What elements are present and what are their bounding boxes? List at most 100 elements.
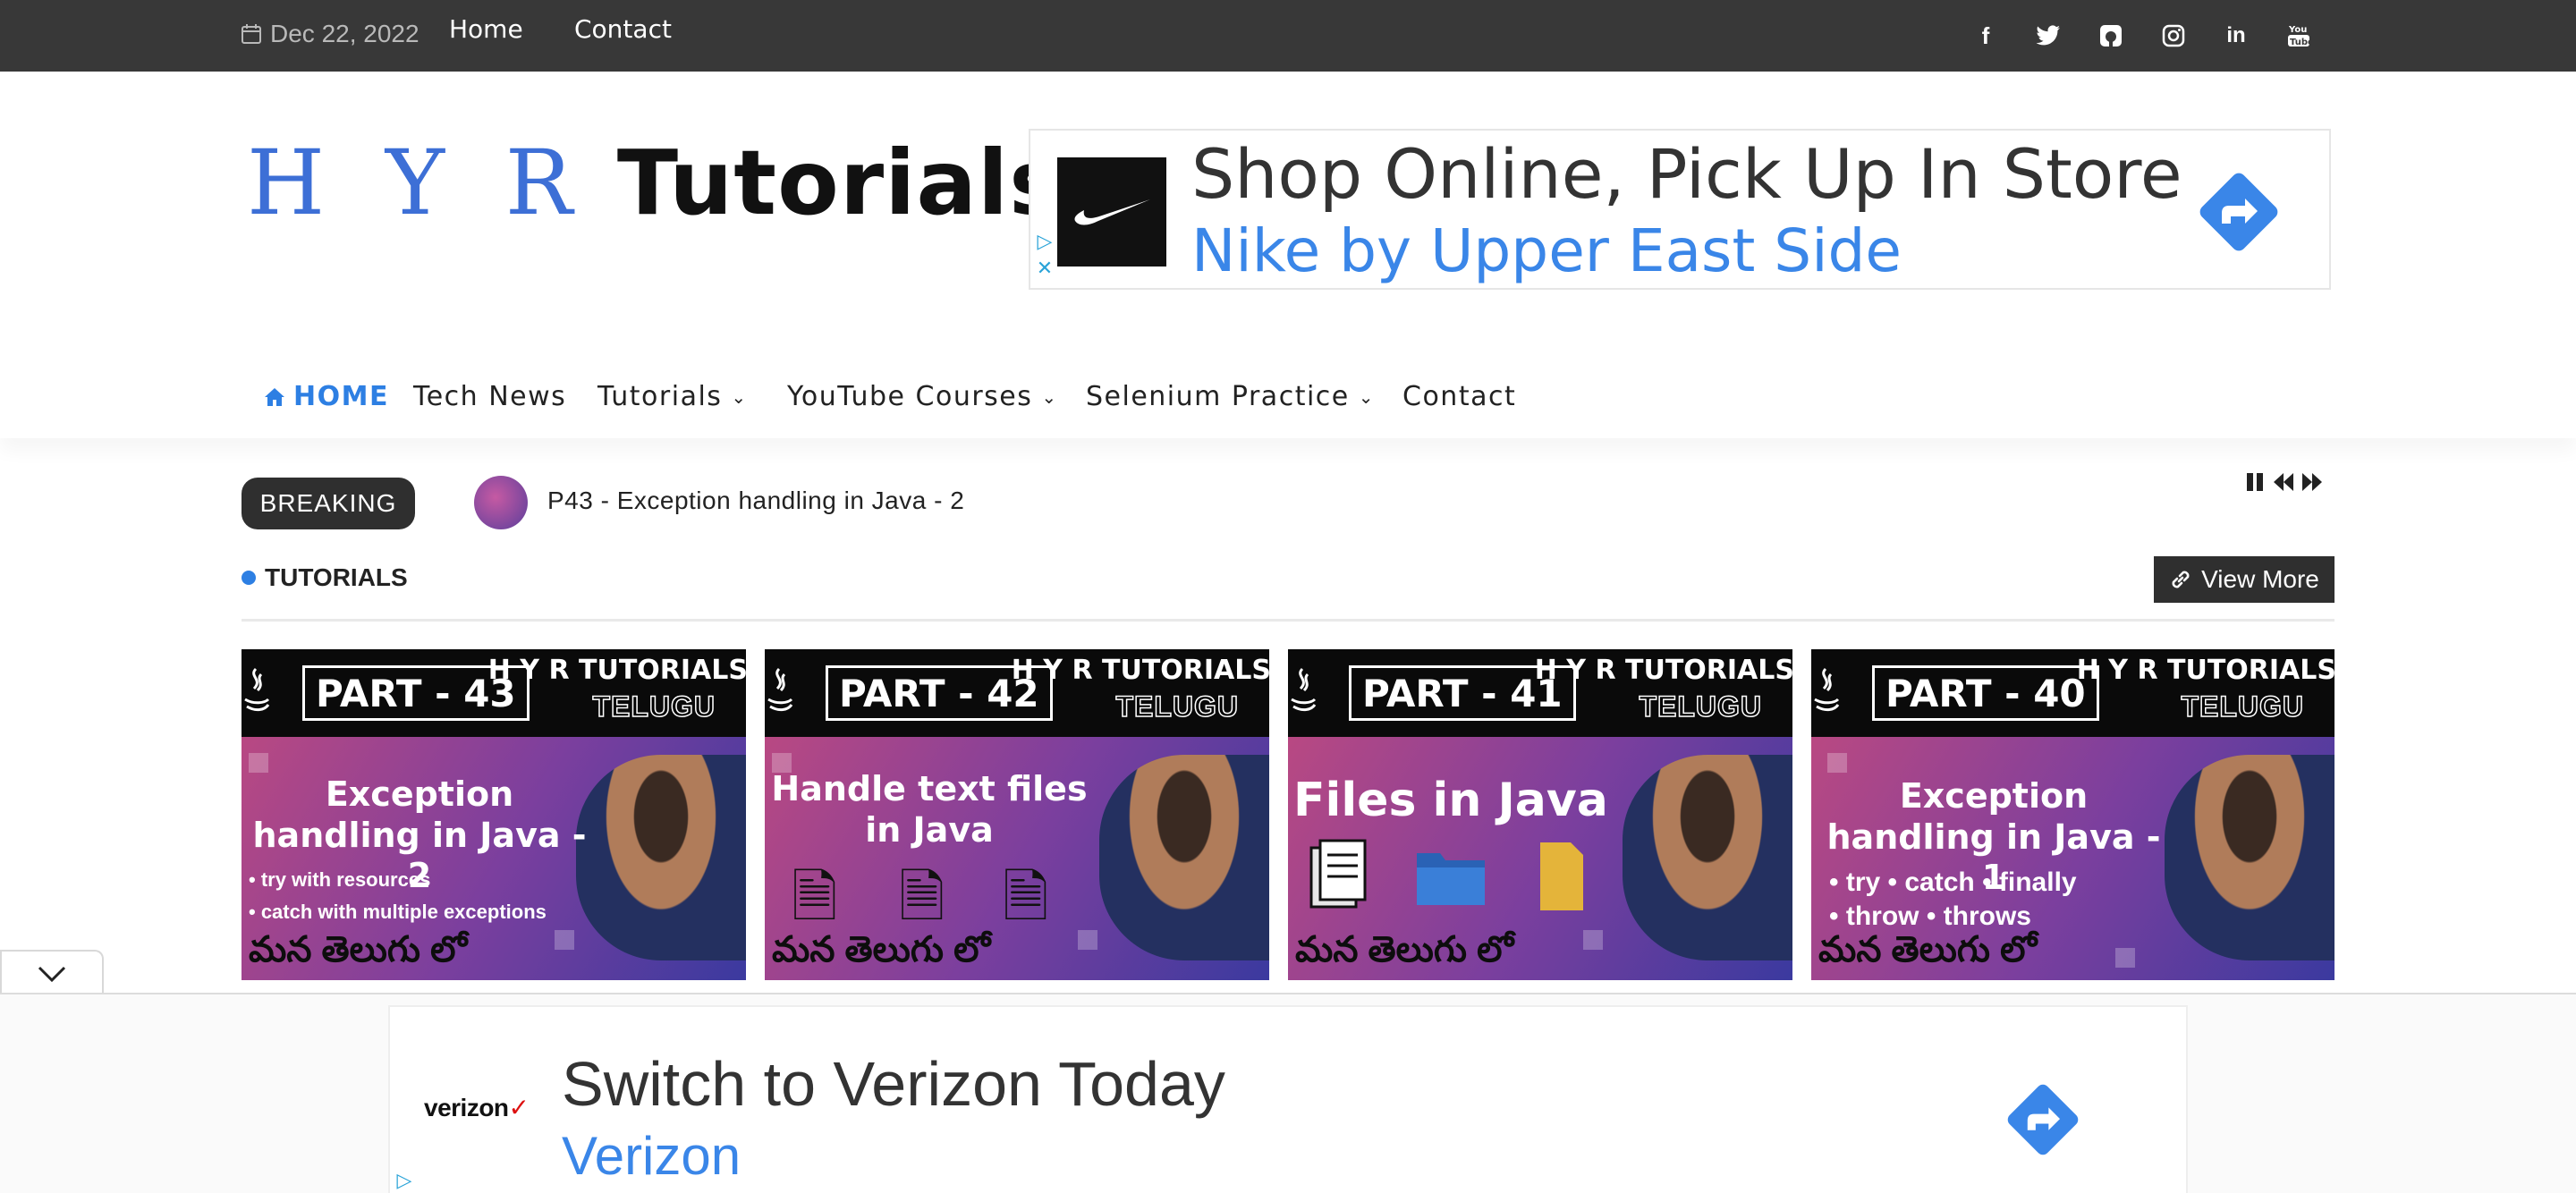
file-icon — [1540, 842, 1583, 910]
chevron-down-icon: ⌄ — [731, 385, 748, 408]
nav-item-tech-news[interactable]: Tech News — [413, 381, 566, 412]
card-brand-sub: TELUGU — [1639, 690, 1762, 723]
card-header: PART - 43 H Y R TUTORIALS TELUGU — [242, 649, 746, 737]
link-icon — [2172, 571, 2190, 588]
nav-item-youtube-courses[interactable]: YouTube Courses ⌄ — [787, 381, 1058, 412]
card-brand: H Y R TUTORIALS — [2076, 655, 2334, 686]
top-bar: Dec 22, 2022 Home Contact f in You Tube — [0, 0, 2576, 72]
verizon-logo-text: verizon — [424, 1094, 509, 1121]
home-icon — [265, 387, 284, 406]
card-telugu-text: మన తెలుగు లో — [772, 930, 991, 969]
folder-icon — [1417, 853, 1485, 905]
card-telugu-text: మన తెలుగు లో — [1818, 930, 2038, 969]
breaking-headline[interactable]: P43 - Exception handling in Java - 2 — [547, 487, 964, 515]
decor-square — [249, 753, 268, 773]
ad-headline[interactable]: Shop Online, Pick Up In Store — [1191, 134, 2182, 214]
section-divider — [242, 619, 2334, 622]
card-brand-sub: TELUGU — [2181, 690, 2304, 723]
ad-close-icon[interactable]: ✕ — [1034, 258, 1055, 279]
java-icon — [767, 667, 793, 712]
card-brand: H Y R TUTORIALS — [1011, 655, 1269, 686]
nav-label-home: HOME — [293, 381, 389, 412]
linkedin-icon[interactable]: in — [2218, 18, 2254, 54]
ad-advertiser[interactable]: Nike by Upper East Side — [1191, 216, 1902, 285]
breaking-label: BREAKING — [242, 478, 415, 529]
next-icon[interactable] — [2299, 469, 2326, 495]
svg-text:You: You — [2288, 25, 2307, 35]
view-more-button[interactable]: View More — [2154, 556, 2334, 603]
site-logo[interactable]: H Y R Tutorials — [247, 134, 1063, 233]
github-icon[interactable] — [2093, 18, 2129, 54]
card-bullet: • try with resources — [249, 868, 431, 891]
nike-logo — [1057, 157, 1166, 267]
card-telugu-text: మన తెలుగు లో — [249, 930, 468, 969]
java-icon — [1291, 667, 1317, 712]
chevron-down-icon: ⌄ — [1041, 385, 1058, 408]
date-text: Dec 22, 2022 — [270, 20, 419, 47]
card-bullets: • try • catch • finally • throw • throws — [1829, 866, 2077, 934]
facebook-icon[interactable]: f — [1968, 18, 2004, 54]
nav-item-contact[interactable]: Contact — [1402, 381, 1516, 412]
nav-item-selenium-practice[interactable]: Selenium Practice ⌄ — [1086, 381, 1375, 412]
files-icon — [1309, 839, 1367, 909]
breaking-thumbnail[interactable] — [474, 476, 528, 529]
tutorial-card[interactable]: PART - 40 H Y R TUTORIALS TELUGU Excepti… — [1811, 649, 2334, 980]
decor-square — [555, 930, 574, 950]
tutorial-card[interactable]: PART - 41 H Y R TUTORIALS TELUGU Files i… — [1288, 649, 1792, 980]
instructor-photo — [1623, 755, 1792, 960]
tutorial-card[interactable]: PART - 42 H Y R TUTORIALS TELUGU Handle … — [765, 649, 1269, 980]
ad-arrow-icon[interactable] — [2191, 165, 2286, 259]
decor-square — [1827, 753, 1847, 773]
top-advertisement[interactable]: Shop Online, Pick Up In Store Nike by Up… — [1029, 129, 2331, 290]
ad-arrow-icon[interactable] — [2000, 1077, 2086, 1163]
card-title: Files in Java — [1293, 774, 1608, 827]
card-bullets: • try with resources • catch with multip… — [249, 864, 547, 928]
decor-square — [2115, 948, 2135, 968]
card-title: Handle text files in Java — [771, 769, 1088, 850]
bottom-advertisement[interactable]: verizon✓ Switch to Verizon Today Verizon… — [388, 1005, 2188, 1193]
card-brand: H Y R TUTORIALS — [487, 655, 746, 686]
card-header: PART - 42 H Y R TUTORIALS TELUGU — [765, 649, 1269, 737]
topbar-link-home[interactable]: Home — [449, 14, 523, 44]
nav-label-tech-news: Tech News — [413, 381, 567, 412]
twitter-icon[interactable] — [2030, 18, 2066, 54]
instructor-photo — [2165, 755, 2334, 960]
page: Dec 22, 2022 Home Contact f in You Tube H… — [0, 0, 2576, 1193]
ad-advertiser[interactable]: Verizon — [562, 1125, 741, 1187]
card-header: PART - 41 H Y R TUTORIALS TELUGU — [1288, 649, 1792, 737]
chevron-down-icon: ⌄ — [1358, 385, 1376, 408]
ad-headline[interactable]: Switch to Verizon Today — [562, 1048, 1225, 1120]
decor-square — [1078, 930, 1097, 950]
adchoices-icon[interactable]: ▷ — [394, 1170, 415, 1191]
java-icon — [244, 667, 270, 712]
logo-hyr: H Y R — [247, 131, 589, 235]
card-brand-sub: TELUGU — [592, 690, 716, 723]
card-bullet: • throw • throws — [1829, 901, 2031, 931]
previous-icon[interactable] — [2270, 469, 2297, 495]
card-header: PART - 40 H Y R TUTORIALS TELUGU — [1811, 649, 2334, 737]
date-display: Dec 22, 2022 — [240, 18, 419, 50]
main-navigation: HOME Tech News Tutorials ⌄ YouTube Cours… — [0, 361, 2576, 438]
card-bullet: • try • catch • finally — [1829, 867, 2077, 897]
youtube-icon[interactable]: You Tube — [2281, 18, 2317, 54]
ad-collapse-button[interactable] — [0, 950, 104, 996]
chevron-down-icon — [38, 966, 66, 983]
document-icon: 🗎 — [1003, 865, 1049, 929]
card-bullet: • catch with multiple exceptions — [249, 901, 547, 923]
section-title-text: TUTORIALS — [265, 563, 408, 591]
nav-label-selenium-practice: Selenium Practice — [1086, 381, 1350, 412]
topbar-link-contact[interactable]: Contact — [574, 14, 672, 44]
instagram-icon[interactable] — [2156, 18, 2191, 54]
tutorial-card[interactable]: PART - 43 H Y R TUTORIALS TELUGU Excepti… — [242, 649, 746, 980]
nav-item-tutorials[interactable]: Tutorials ⌄ — [597, 381, 748, 412]
card-telugu-text: మన తెలుగు లో — [1295, 930, 1514, 969]
svg-text:Tube: Tube — [2290, 38, 2310, 47]
logo-tutorials: Tutorials — [616, 131, 1063, 235]
card-brand: H Y R TUTORIALS — [1534, 655, 1792, 686]
nav-item-home[interactable]: HOME — [263, 381, 389, 412]
adchoices-icon[interactable]: ▷ — [1034, 231, 1055, 252]
verizon-logo-check: ✓ — [508, 1094, 530, 1121]
view-more-label: View More — [2201, 565, 2319, 593]
verizon-logo: verizon✓ — [424, 1093, 530, 1122]
pause-icon[interactable] — [2241, 469, 2268, 495]
